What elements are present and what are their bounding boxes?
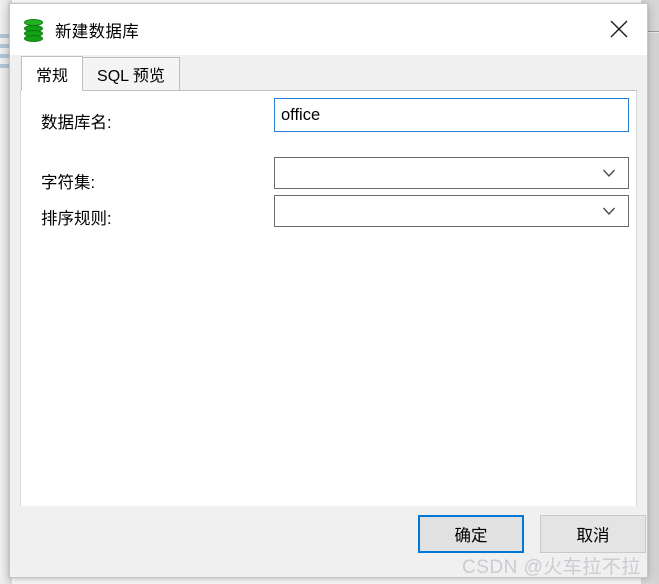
general-tab-panel: 数据库名: 字符集: 排序规则:: [20, 90, 637, 539]
ok-button[interactable]: 确定: [418, 515, 524, 553]
collation-select[interactable]: [274, 195, 629, 227]
collation-label: 排序规则:: [41, 210, 112, 228]
tab-strip: 常规 SQL 预览: [10, 55, 647, 91]
tab-sql-preview[interactable]: SQL 预览: [82, 57, 180, 90]
dialog-titlebar: 新建数据库: [10, 4, 647, 55]
database-name-row: 数据库名:: [41, 109, 112, 133]
close-icon[interactable]: [597, 12, 641, 46]
collation-row: 排序规则:: [41, 205, 112, 229]
charset-label: 字符集:: [41, 174, 96, 192]
database-name-input[interactable]: [274, 98, 629, 132]
new-database-dialog: 新建数据库 常规 SQL 预览 数据库名: 字符集:: [9, 3, 648, 578]
charset-select[interactable]: [274, 157, 629, 189]
tab-general[interactable]: 常规: [21, 56, 84, 91]
charset-row: 字符集:: [41, 169, 95, 193]
cancel-button[interactable]: 取消: [540, 515, 646, 553]
dialog-title: 新建数据库: [55, 22, 139, 41]
dialog-footer: 确定 取消: [10, 506, 647, 577]
chevron-down-icon: [602, 168, 616, 178]
database-name-label: 数据库名:: [41, 114, 112, 132]
database-icon: [22, 17, 46, 43]
chevron-down-icon: [602, 206, 616, 216]
